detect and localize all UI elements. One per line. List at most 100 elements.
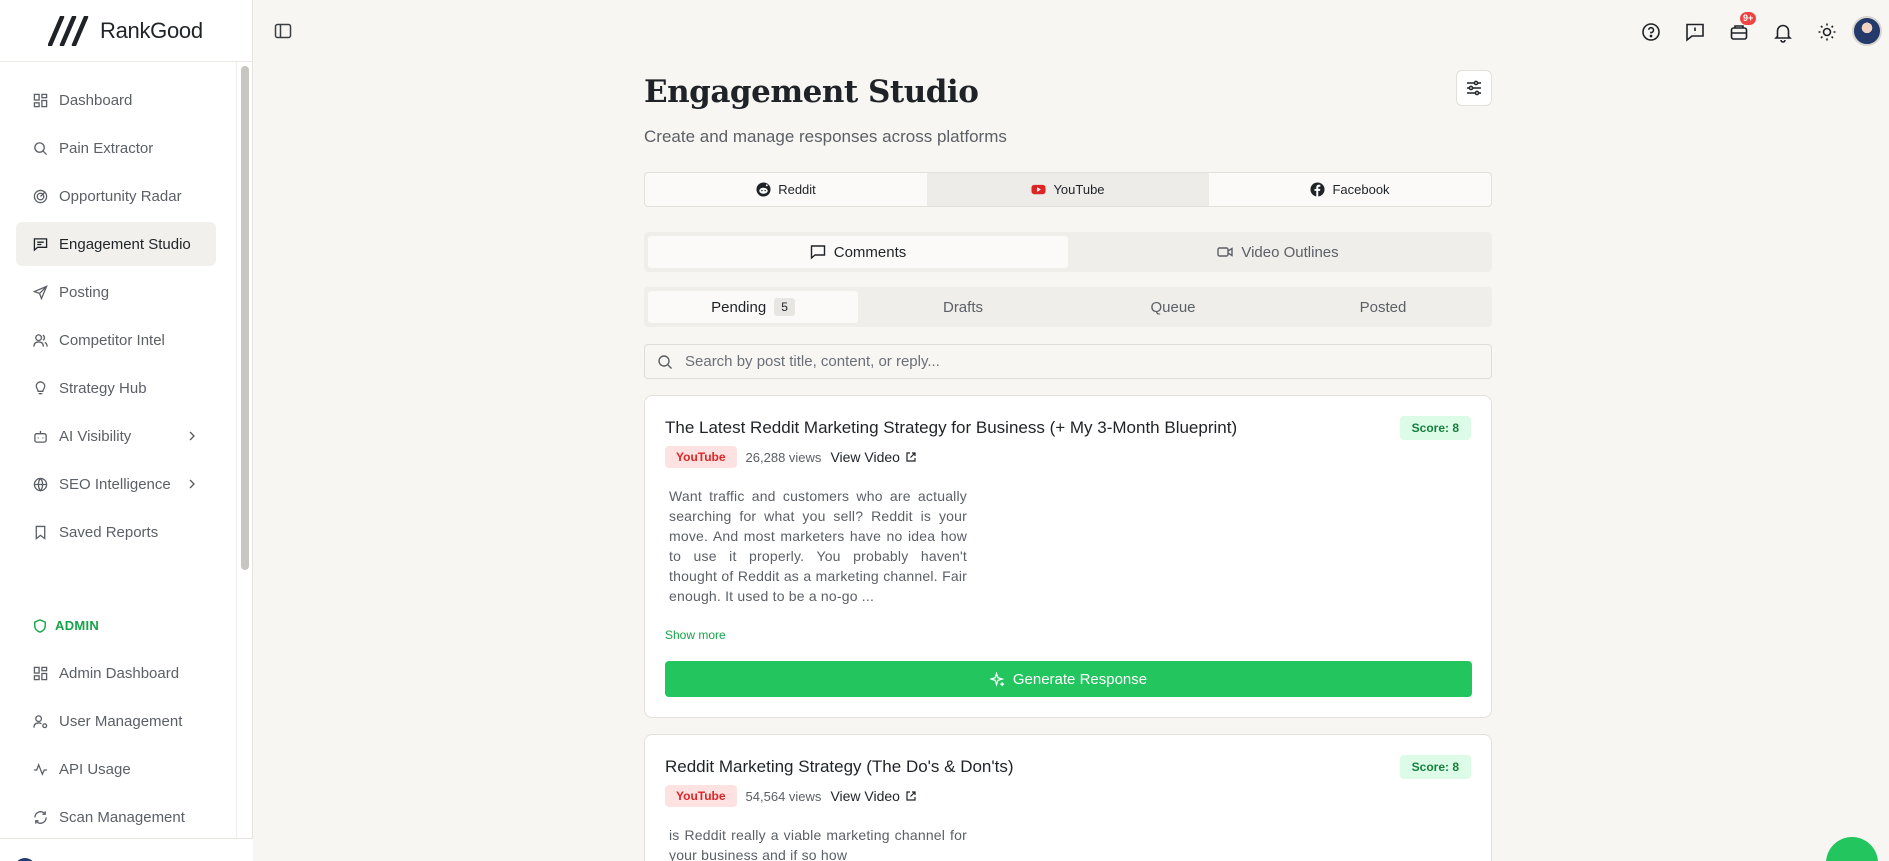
sidebar-item-admin-dashboard[interactable]: Admin Dashboard xyxy=(16,651,216,695)
admin-section-heading: ADMIN xyxy=(33,618,99,633)
sidebar-item-label: Dashboard xyxy=(59,91,133,109)
sidebar-item-engagement-studio[interactable]: Engagement Studio xyxy=(16,222,216,266)
view-video-link[interactable]: View Video xyxy=(830,788,917,804)
score-badge: Score: 8 xyxy=(1399,755,1471,779)
brand[interactable]: RankGood xyxy=(0,0,252,62)
tab-label: Drafts xyxy=(942,298,983,316)
chat-support-button[interactable] xyxy=(1826,837,1878,861)
sidebar-item-label: Engagement Studio xyxy=(59,235,191,253)
pending-count-badge: 5 xyxy=(774,298,795,316)
sidebar-item-scan-management[interactable]: Scan Management xyxy=(16,795,216,839)
sidebar-scrollbar[interactable] xyxy=(241,66,249,570)
post-meta: YouTube 54,564 views View Video xyxy=(665,785,917,807)
content-type-tabs: Comments Video Outlines xyxy=(644,232,1492,272)
tab-label: YouTube xyxy=(1053,182,1105,197)
platform-badge: YouTube xyxy=(665,785,737,807)
post-title: The Latest Reddit Marketing Strategy for… xyxy=(665,418,1238,437)
shield-icon xyxy=(34,618,46,633)
sidebar-item-api-usage[interactable]: API Usage xyxy=(16,747,216,791)
dashboard-icon xyxy=(33,93,48,107)
search-input[interactable] xyxy=(685,353,1491,370)
page-title: Engagement Studio xyxy=(644,74,979,110)
platform-badge: YouTube xyxy=(665,446,737,468)
brand-name: RankGood xyxy=(100,17,203,43)
refresh-icon xyxy=(34,810,47,824)
platform-tabs: Reddit YouTube Facebook xyxy=(644,172,1492,207)
sidebar-item-seo-intelligence[interactable]: SEO Intelligence xyxy=(16,462,216,506)
tab-posted[interactable]: Posted xyxy=(1278,291,1488,323)
button-label: Generate Response xyxy=(1012,670,1148,688)
external-link-icon xyxy=(906,452,916,462)
sidebar-item-label: Opportunity Radar xyxy=(59,187,182,205)
inbox-button[interactable]: 9+ xyxy=(1728,12,1757,43)
search-bar xyxy=(644,344,1492,379)
show-more-link[interactable]: Show more xyxy=(665,628,726,642)
tab-label: Facebook xyxy=(1332,182,1390,197)
send-icon xyxy=(33,284,48,300)
filter-settings-button[interactable] xyxy=(1456,70,1492,106)
globe-icon xyxy=(33,477,48,492)
sidebar-toggle-icon[interactable] xyxy=(274,22,292,40)
view-count: 26,288 views xyxy=(745,449,822,465)
sparkles-icon xyxy=(989,671,1005,687)
message-square-icon xyxy=(33,237,48,252)
sidebar-item-label: Saved Reports xyxy=(59,523,159,541)
chevron-right-icon xyxy=(189,479,195,489)
post-card: The Latest Reddit Marketing Strategy for… xyxy=(644,395,1492,718)
message-icon xyxy=(810,245,825,260)
tab-comments[interactable]: Comments xyxy=(648,236,1068,268)
post-meta: YouTube 26,288 views View Video xyxy=(665,446,917,468)
tab-facebook[interactable]: Facebook xyxy=(1209,173,1491,206)
sidebar-item-label: Pain Extractor xyxy=(59,139,154,157)
help-icon[interactable] xyxy=(1640,21,1662,43)
tab-video-outlines[interactable]: Video Outlines xyxy=(1068,236,1488,268)
tab-youtube[interactable]: YouTube xyxy=(927,173,1209,206)
sidebar-item-pain-extractor[interactable]: Pain Extractor xyxy=(16,126,216,170)
admin-label: ADMIN xyxy=(55,618,100,633)
view-video-link[interactable]: View Video xyxy=(830,449,917,465)
bell-icon[interactable] xyxy=(1772,21,1794,43)
sidebar-item-opportunity-radar[interactable]: Opportunity Radar xyxy=(16,174,216,218)
sidebar-footer xyxy=(0,838,253,861)
admin-nav: Admin Dashboard User Management API Usag… xyxy=(16,651,216,843)
link-label: View Video xyxy=(830,449,900,465)
search-icon xyxy=(658,354,672,369)
sidebar-item-label: Admin Dashboard xyxy=(59,664,180,682)
sidebar-item-competitor-intel[interactable]: Competitor Intel xyxy=(16,318,216,362)
sidebar-item-label: API Usage xyxy=(59,760,131,778)
tab-queue[interactable]: Queue xyxy=(1068,291,1278,323)
external-link-icon xyxy=(906,791,916,801)
brand-logo: RankGood xyxy=(48,15,203,46)
sidebar-item-posting[interactable]: Posting xyxy=(16,270,216,314)
sun-icon[interactable] xyxy=(1816,21,1838,43)
sidebar-item-label: Strategy Hub xyxy=(59,379,147,397)
tab-pending[interactable]: Pending 5 xyxy=(648,291,858,323)
sidebar-item-label: SEO Intelligence xyxy=(59,475,171,493)
sidebar-item-ai-visibility[interactable]: AI Visibility xyxy=(16,414,216,458)
radar-icon xyxy=(33,189,48,203)
rankgood-logo-icon xyxy=(48,15,89,46)
user-avatar[interactable] xyxy=(1852,16,1882,46)
tab-label: Pending xyxy=(711,298,767,316)
sidebar-scroll-track xyxy=(236,62,237,840)
post-description: Want traffic and customers who are actua… xyxy=(669,488,967,604)
tab-reddit[interactable]: Reddit xyxy=(645,173,927,206)
sidebar-item-user-management[interactable]: User Management xyxy=(16,699,216,743)
feedback-icon[interactable] xyxy=(1684,21,1706,43)
activity-icon xyxy=(33,762,48,776)
generate-response-button[interactable]: Generate Response xyxy=(665,661,1472,697)
tab-drafts[interactable]: Drafts xyxy=(858,291,1068,323)
sidebar-item-label: User Management xyxy=(59,712,183,730)
facebook-icon xyxy=(1310,182,1325,197)
sidebar-item-strategy-hub[interactable]: Strategy Hub xyxy=(16,366,216,410)
bookmark-icon xyxy=(35,525,46,540)
tab-label: Queue xyxy=(1150,298,1196,316)
sidebar-item-dashboard[interactable]: Dashboard xyxy=(16,78,216,122)
view-count: 54,564 views xyxy=(745,788,822,804)
sidebar-item-label: Posting xyxy=(59,283,110,301)
post-card: Reddit Marketing Strategy (The Do's & Do… xyxy=(644,734,1492,861)
sidebar-item-saved-reports[interactable]: Saved Reports xyxy=(16,510,216,554)
sliders-icon xyxy=(1467,80,1481,96)
youtube-icon xyxy=(1031,184,1046,195)
tab-label: Video Outlines xyxy=(1241,243,1339,261)
